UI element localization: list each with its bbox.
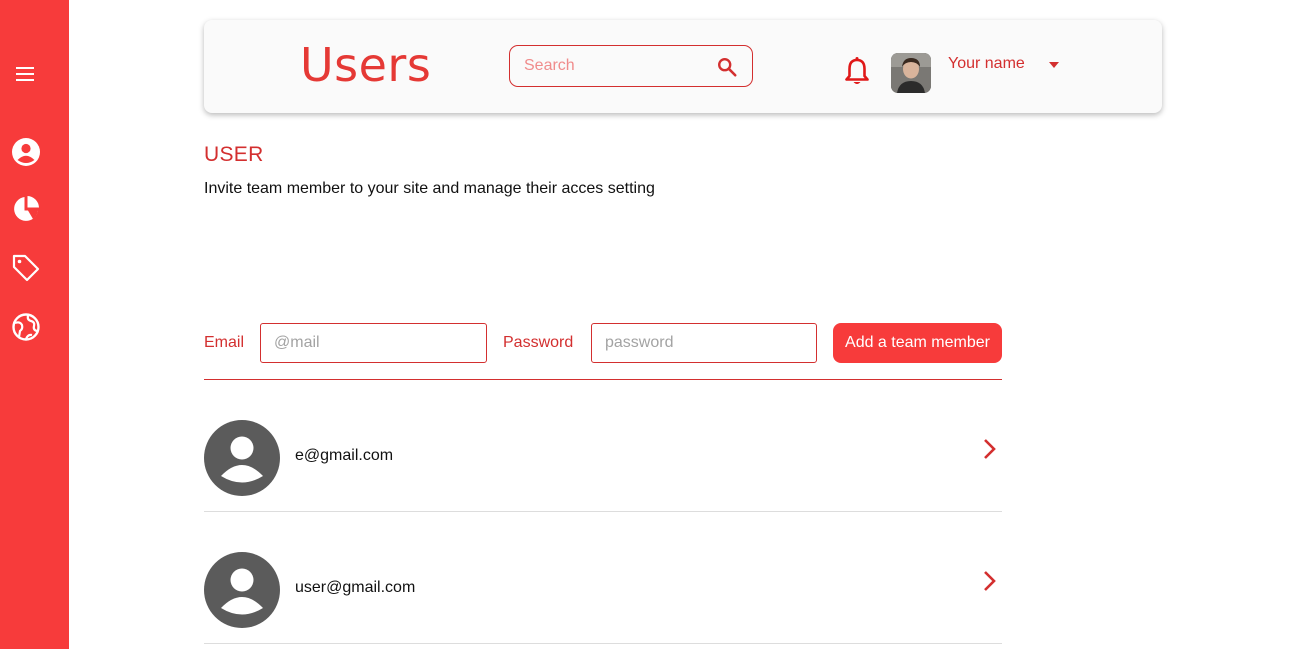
user-name-dropdown[interactable]: Your name [948,55,1025,73]
section-title: USER [204,143,264,166]
password-field[interactable] [592,324,816,362]
pie-chart-icon[interactable] [0,191,52,227]
globe-icon[interactable] [0,309,52,345]
top-header: Users Your name [204,20,1162,113]
profile-photo [891,53,931,93]
user-list-item[interactable]: user@gmail.com [204,552,1002,644]
menu-icon[interactable] [0,56,52,92]
account-circle-icon[interactable] [0,134,52,170]
page-title: Users [300,38,432,92]
sidebar [0,0,69,649]
bell-icon[interactable] [843,56,871,86]
user-email: user@gmail.com [295,579,416,596]
user-avatar-icon [204,552,280,628]
chevron-right-icon[interactable] [982,569,998,593]
email-label: Email [204,334,245,351]
search-box[interactable] [509,45,753,87]
search-icon[interactable] [716,56,738,78]
email-field-box [260,323,487,363]
avatar[interactable] [891,53,931,93]
chevron-right-icon[interactable] [982,437,998,461]
search-input[interactable] [524,56,704,76]
section-description: Invite team member to your site and mana… [204,180,655,197]
password-label: Password [503,334,574,351]
divider [204,379,1002,380]
tag-icon[interactable] [0,250,52,286]
user-avatar-icon [204,420,280,496]
add-team-member-button[interactable]: Add a team member [833,323,1002,363]
password-field-box [591,323,817,363]
email-field[interactable] [261,324,486,362]
user-email: e@gmail.com [295,447,394,464]
caret-down-icon[interactable] [1048,61,1060,69]
user-list-item[interactable]: e@gmail.com [204,420,1002,512]
